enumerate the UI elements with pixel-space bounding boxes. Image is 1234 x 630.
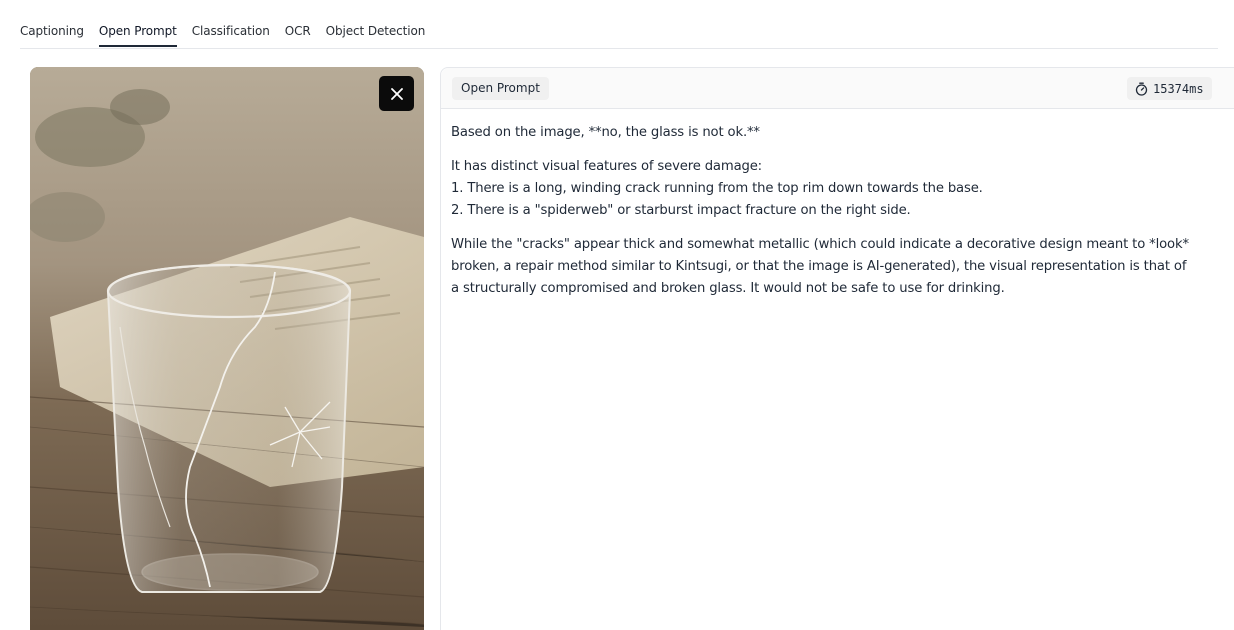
result-line: a structurally compromised and broken gl… [451, 281, 1005, 296]
broken-glass-photo [30, 67, 424, 630]
mode-badge: Open Prompt [452, 77, 549, 100]
timer-icon [1135, 82, 1148, 96]
result-line: 2. There is a "spiderweb" or starburst i… [451, 203, 911, 218]
result-paragraph: Based on the image, **no, the glass is n… [451, 122, 1209, 144]
result-line: Based on the image, **no, the glass is n… [451, 125, 760, 140]
result-line: It has distinct visual features of sever… [451, 159, 762, 174]
tab-ocr[interactable]: OCR [285, 18, 311, 45]
result-header: Open Prompt 15374ms [441, 68, 1234, 109]
tab-classification[interactable]: Classification [192, 18, 270, 45]
close-image-button[interactable] [379, 76, 414, 111]
result-line: While the "cracks" appear thick and some… [451, 237, 1189, 252]
timing-value: 15374ms [1153, 81, 1204, 96]
tab-captioning[interactable]: Captioning [20, 18, 84, 45]
result-panel: Open Prompt 15374ms Based on the image, … [440, 67, 1234, 630]
mode-tabs: Captioning Open Prompt Classification OC… [20, 18, 1218, 49]
result-paragraph: It has distinct visual features of sever… [451, 156, 1209, 222]
uploaded-image [30, 67, 424, 630]
close-icon [390, 87, 403, 100]
result-text: Based on the image, **no, the glass is n… [441, 109, 1219, 300]
result-line: broken, a repair method similar to Kints… [451, 259, 1187, 274]
tab-open-prompt[interactable]: Open Prompt [98, 18, 177, 47]
result-line: 1. There is a long, winding crack runnin… [451, 181, 983, 196]
timing-badge: 15374ms [1127, 77, 1212, 100]
tab-object-detection[interactable]: Object Detection [326, 18, 426, 45]
result-paragraph: While the "cracks" appear thick and some… [451, 234, 1209, 300]
